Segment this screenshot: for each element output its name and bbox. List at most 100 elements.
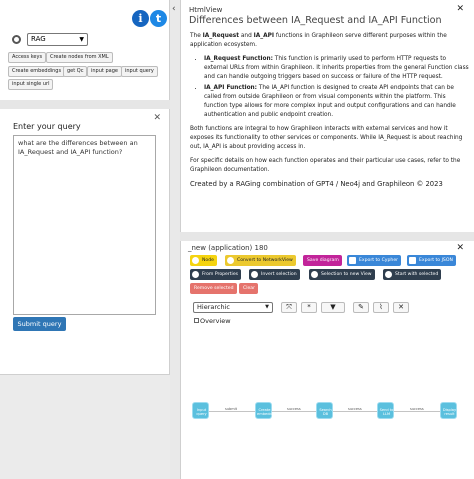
flow-edge <box>394 411 440 412</box>
swap-icon <box>227 257 234 264</box>
query-label: Enter your query <box>13 122 81 131</box>
flow-node[interactable]: Send to LLM <box>377 402 394 419</box>
node-button[interactable]: Node <box>190 255 217 266</box>
filter-icon[interactable]: ▼ <box>321 302 345 313</box>
export-json-label: Export to JSON <box>419 258 453 263</box>
intro-bold: IA_API <box>253 33 275 39</box>
collapse-icon[interactable]: ✕ <box>456 243 464 253</box>
input-page-button[interactable]: input page <box>87 66 122 77</box>
intro-paragraph: The IA_Request and IA_API functions in G… <box>190 32 470 50</box>
brush-icon[interactable]: ⌇ <box>373 302 389 313</box>
chevron-down-icon: ▼ <box>265 304 269 310</box>
list-item: IA_Request Function: This function is pr… <box>204 55 470 82</box>
html-content: The IA_Request and IA_API functions in G… <box>190 32 470 189</box>
chevron-down-icon: ▼ <box>79 36 84 43</box>
from-properties-label: From Properties <box>202 272 239 277</box>
panel-separator <box>0 100 170 109</box>
list-item: IA_API Function: The IA_API function is … <box>204 84 470 120</box>
flow-edge-label: success <box>410 407 424 411</box>
page-title: Differences between IA_Request and IA_AP… <box>189 15 442 26</box>
delete-icon[interactable]: ✕ <box>393 302 409 313</box>
overview-toggle[interactable]: Overview <box>194 317 231 325</box>
invert-selection-label: Invert selection <box>261 272 297 277</box>
selection-new-view-label: Selection to new View <box>321 272 372 277</box>
rag-select[interactable]: RAG ▼ <box>27 33 88 46</box>
credit-text: Created by a RAGing combination of GPT4 … <box>190 180 443 188</box>
collapse-chevron-icon[interactable]: ‹ <box>172 4 176 14</box>
export-icon <box>349 257 356 264</box>
flow-edge <box>272 411 316 412</box>
plus-icon <box>192 257 199 264</box>
create-embeddings-button[interactable]: Create embeddings <box>8 66 66 77</box>
export-cypher-label: Export to Cypher <box>359 258 399 263</box>
flow-node[interactable]: Create embedding <box>255 402 278 419</box>
export-json-button[interactable]: Export to JSON <box>407 255 456 266</box>
rag-select-value: RAG <box>31 35 46 43</box>
export-cypher-button[interactable]: Export to Cypher <box>347 255 402 266</box>
application-title: _new (application) 180 <box>188 244 268 252</box>
input-single-url-button[interactable]: input single url <box>8 79 54 90</box>
remove-selected-button[interactable]: Remove selected <box>190 283 237 294</box>
function-list: IA_Request Function: This function is pr… <box>204 55 470 120</box>
overview-checkbox[interactable] <box>194 318 199 323</box>
export-icon <box>409 257 416 264</box>
screen: i t RAG ▼ Access keys Create nodes from … <box>0 0 474 479</box>
docs-paragraph: For specific details on how each functio… <box>190 158 461 173</box>
query-panel: ✕ Enter your query what are the differen… <box>0 109 170 374</box>
close-icon[interactable]: ✕ <box>153 113 161 123</box>
info-icon[interactable]: i <box>132 10 149 27</box>
pencil-icon[interactable]: ✎ <box>353 302 369 313</box>
flow-edge-label: submit <box>225 407 238 411</box>
flow-node[interactable]: Input query <box>192 402 209 419</box>
flow-node[interactable]: Search DB <box>316 402 333 419</box>
selection-new-view-button[interactable]: Selection to new View <box>309 269 375 280</box>
html-view-panel: HtmlView Differences between IA_Request … <box>180 0 474 232</box>
node-button-label: Node <box>202 258 214 263</box>
clear-button[interactable]: Clear <box>239 283 259 294</box>
panel-separator <box>180 232 474 241</box>
window-controls: ✕ <box>456 243 464 253</box>
intro-text: The <box>190 33 203 39</box>
t-icon[interactable]: t <box>150 10 167 27</box>
convert-networkview-button[interactable]: Convert to NetworkView <box>225 255 296 266</box>
intro-bold: IA_Request <box>202 33 239 39</box>
flow-node-label: Input query <box>196 408 207 416</box>
flow-edge-label: success <box>287 407 301 411</box>
start-with-selected-label: Start with selected <box>395 272 439 277</box>
fit-icon[interactable]: ⤧ <box>281 302 297 313</box>
flow-node-label: Search DB <box>319 408 332 416</box>
star-icon <box>385 271 392 278</box>
gear-icon[interactable] <box>12 35 21 44</box>
invert-selection-button[interactable]: Invert selection <box>249 269 300 280</box>
flow-node[interactable]: Display result <box>440 402 457 419</box>
flow-edge <box>333 411 377 412</box>
save-diagram-button[interactable]: Save diagram <box>303 255 342 266</box>
overview-label: Overview <box>200 317 231 325</box>
asterisk-icon[interactable]: * <box>301 302 317 313</box>
intro-text: and <box>239 33 254 39</box>
application-panel: _new (application) 180 ✕ Node Convert to… <box>180 241 474 479</box>
access-keys-button[interactable]: Access keys <box>8 52 47 63</box>
layout-select-value: Hierarchic <box>197 303 230 311</box>
empty-area <box>0 374 170 479</box>
invert-icon <box>251 271 258 278</box>
input-query-button[interactable]: input query <box>121 66 158 77</box>
plus-icon <box>192 271 199 278</box>
flow-node-label: Display result <box>442 408 457 416</box>
summary-paragraph: Both functions are integral to how Graph… <box>190 126 463 150</box>
query-input[interactable]: what are the differences between an IA_R… <box>13 135 156 315</box>
flow-edge <box>209 411 255 412</box>
restore-icon[interactable]: ✕ <box>456 4 464 14</box>
layout-select[interactable]: Hierarchic ▼ <box>193 302 273 313</box>
flow-node-label: Create embedding <box>257 408 278 416</box>
create-nodes-xml-button[interactable]: Create nodes from XML <box>46 52 113 63</box>
get-qc-button[interactable]: get Qc <box>63 66 88 77</box>
rag-toolbar-panel: i t RAG ▼ Access keys Create nodes from … <box>0 0 170 100</box>
list-item-title: IA_API Function: <box>204 85 257 91</box>
submit-query-button[interactable]: Submit query <box>13 317 66 331</box>
panel-type-label: HtmlView <box>189 6 223 14</box>
window-controls: ✕ <box>456 4 464 14</box>
convert-label: Convert to NetworkView <box>237 258 293 263</box>
start-with-selected-button[interactable]: Start with selected <box>383 269 442 280</box>
from-properties-button[interactable]: From Properties <box>190 269 242 280</box>
